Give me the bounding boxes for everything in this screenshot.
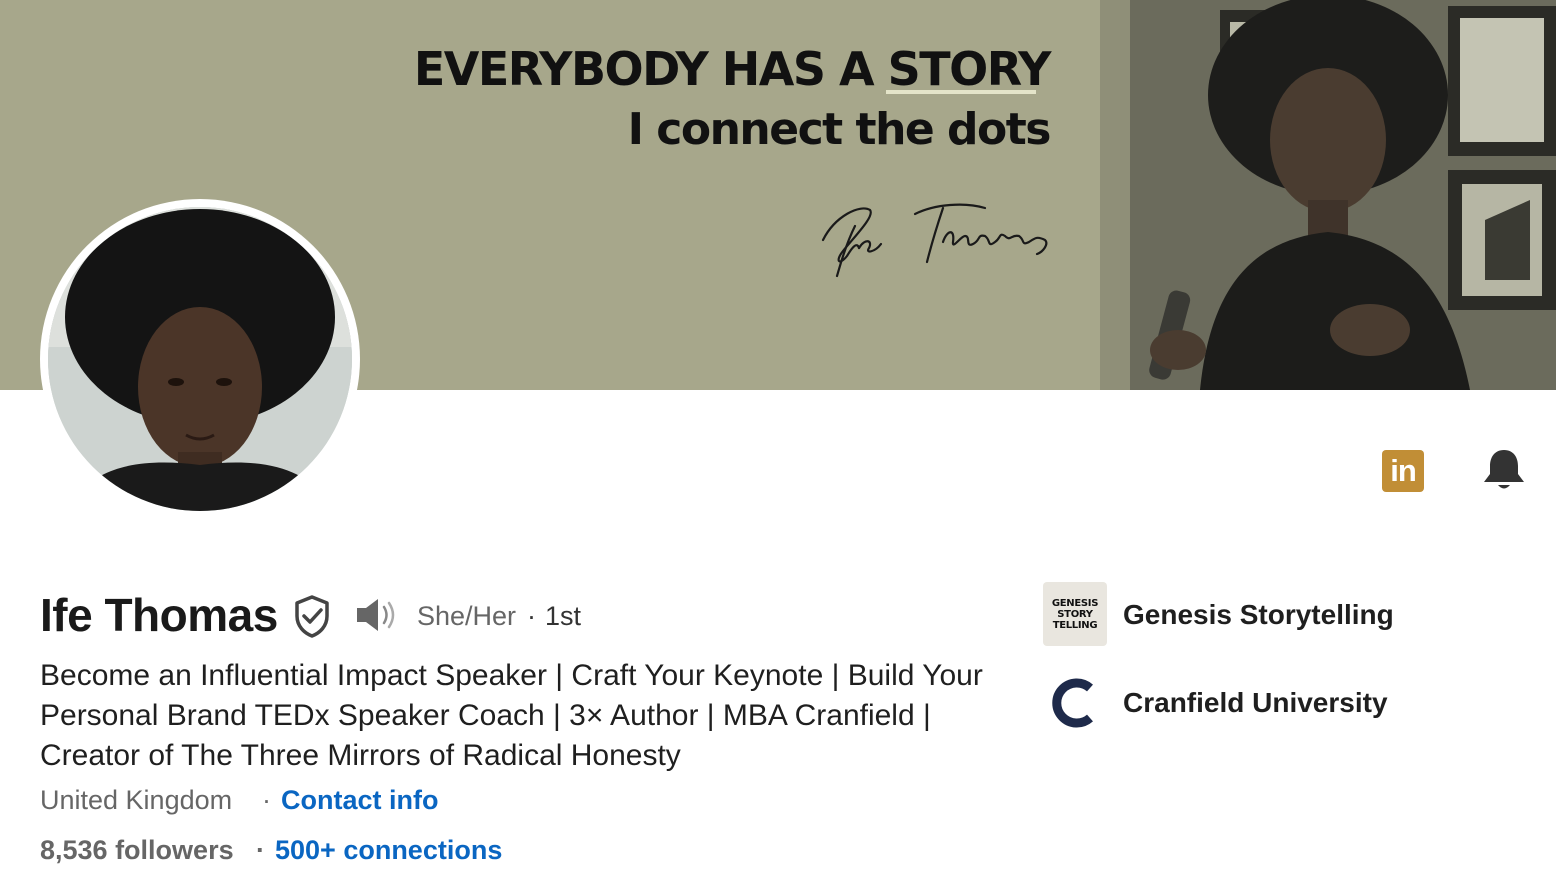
genesis-storytelling-logo[interactable]: GENESIS STORY TELLING bbox=[1043, 582, 1107, 646]
cranfield-university-logo[interactable] bbox=[1050, 678, 1100, 728]
profile-location: United Kingdom bbox=[40, 785, 233, 815]
avatar-image bbox=[48, 207, 352, 511]
separator-dot: · bbox=[262, 785, 271, 815]
logo-text-line: STORY bbox=[1057, 608, 1093, 620]
profile-avatar[interactable] bbox=[40, 199, 360, 519]
banner-signature bbox=[821, 203, 1048, 278]
separator-dot: · bbox=[527, 601, 536, 631]
logo-text-line: GENESIS bbox=[1051, 597, 1099, 609]
connections-link[interactable]: 500+ connections bbox=[275, 835, 502, 866]
linkedin-premium-icon[interactable]: in bbox=[1382, 450, 1424, 492]
verified-shield-icon[interactable] bbox=[292, 594, 332, 638]
banner-subline: I connect the dots bbox=[627, 104, 1052, 155]
current-company-link[interactable]: Genesis Storytelling bbox=[1123, 599, 1394, 631]
contact-info-link[interactable]: Contact info bbox=[281, 785, 438, 816]
banner-speaker-photo bbox=[1100, 0, 1556, 390]
banner-headline: EVERYBODY HAS A STORY bbox=[413, 42, 1052, 96]
profile-name: Ife Thomas bbox=[40, 589, 278, 641]
name-pronunciation-speaker-icon[interactable] bbox=[354, 596, 400, 634]
avatar-photo bbox=[48, 207, 352, 511]
profile-headline: Become an Influential Impact Speaker | C… bbox=[40, 659, 983, 772]
separator-dot: · bbox=[256, 835, 265, 865]
profile-page: EVERYBODY HAS A STORY I connect the dots bbox=[0, 0, 1556, 881]
pronouns: She/Her bbox=[417, 601, 517, 631]
connection-degree: 1st bbox=[545, 601, 582, 631]
education-link[interactable]: Cranfield University bbox=[1123, 687, 1388, 719]
logo-text-line: TELLING bbox=[1052, 619, 1098, 631]
followers-count: 8,536 followers bbox=[40, 835, 234, 865]
bell-icon[interactable] bbox=[1480, 448, 1528, 492]
banner-underline bbox=[886, 90, 1036, 94]
